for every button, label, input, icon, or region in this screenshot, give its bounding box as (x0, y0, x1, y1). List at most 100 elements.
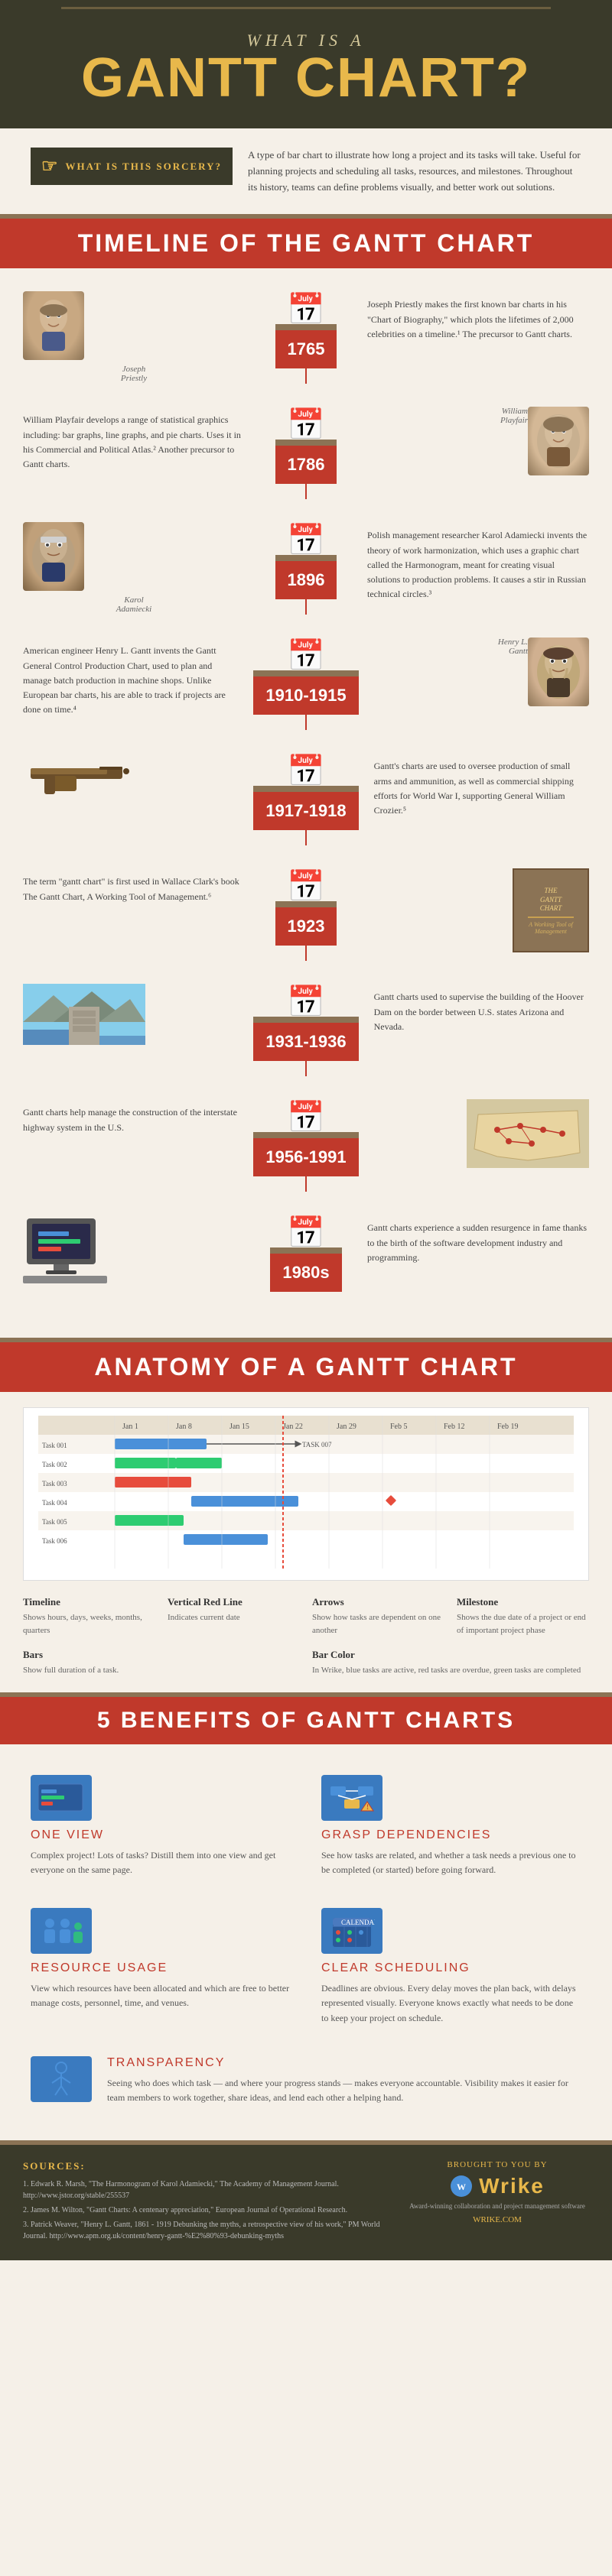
anatomy-label-milestone-title: Milestone (457, 1596, 589, 1608)
timeline-left-1923: The term "gantt chart" is first used in … (23, 868, 245, 961)
benefits-section: 5 Benefits of Gantt Charts One View Comp… (0, 1697, 612, 2140)
timeline-entry-1910: Henry L.Gantt 📅 1910-1915 American engin… (23, 638, 589, 730)
anatomy-label-bars-desc: Show full duration of a task. (23, 1664, 300, 1677)
page-title: Gantt Chart? (31, 50, 581, 105)
timeline-center-1917: 📅 1917-1918 (253, 753, 358, 845)
svg-text:Feb 5: Feb 5 (390, 1423, 408, 1431)
timeline-entry-1980s: 📅 1980s Gantt charts experience a sudden… (23, 1215, 589, 1292)
portrait-label-priestley: JosephPriestly (23, 365, 245, 383)
anatomy-label-timeline-desc: Shows hours, days, weeks, months, quarte… (23, 1611, 155, 1637)
calendar-icon-1923: 📅 (287, 868, 325, 904)
anatomy-label-arrows-title: Arrows (312, 1596, 444, 1608)
transparency-text: Transparency Seeing who does which task … (107, 2056, 581, 2105)
dam-image (23, 984, 145, 1045)
benefit-transparency-title: Transparency (107, 2056, 581, 2070)
timeline-center-1980s: 📅 1980s (260, 1215, 352, 1292)
timeline-right-1896: Polish management researcher Karol Adami… (367, 522, 589, 615)
svg-text:Jan 8: Jan 8 (176, 1423, 192, 1431)
benefits-grid: One View Complex project! Lots of tasks?… (0, 1744, 612, 2140)
anatomy-label-timeline-title: Timeline (23, 1596, 155, 1608)
anatomy-label-milestone: Milestone Shows the due date of a projec… (457, 1596, 589, 1637)
timeline-center-1910: 📅 1910-1915 (253, 638, 358, 730)
benefits-header: 5 Benefits of Gantt Charts (0, 1697, 612, 1744)
svg-text:Task 006: Task 006 (42, 1537, 67, 1545)
year-badge-1923: 1923 (275, 907, 337, 946)
svg-text:Task 001: Task 001 (42, 1442, 67, 1449)
sorcery-label: ☞ What is this sorcery? (31, 148, 233, 185)
timeline-desc-1931: Gantt charts used to supervise the build… (374, 990, 589, 1034)
timeline-desc-1765: Joseph Priestly makes the first known ba… (367, 297, 589, 342)
timeline-left-1786: William Playfair develops a range of sta… (23, 407, 245, 499)
timeline-left-1931 (23, 984, 238, 1076)
resource-icon-box (31, 1908, 92, 1954)
benefit-one-view-title: One View (31, 1828, 104, 1842)
footer: Sources: 1. Edwark R. Marsh, "The Harmon… (0, 2145, 612, 2260)
computer-image (23, 1215, 115, 1283)
sources-box: Sources: 1. Edwark R. Marsh, "The Harmon… (23, 2160, 390, 2245)
svg-text:Feb 12: Feb 12 (444, 1423, 465, 1431)
benefit-resource-desc: View which resources have been allocated… (31, 1981, 291, 2010)
sources-title: Sources: (23, 2160, 390, 2172)
header: What is a Gantt Chart? (0, 15, 612, 128)
calendar-icon-1765: 📅 (287, 291, 325, 327)
timeline-center-1765: 📅 1765 (260, 291, 352, 384)
timeline-section-header: Timeline of the Gantt Chart (0, 219, 612, 268)
calendar-icon-1910: 📅 (287, 638, 325, 673)
year-badge-1980s: 1980s (270, 1254, 341, 1292)
timeline-center-1786: 📅 1786 (260, 407, 352, 499)
benefits-title: 5 Benefits of Gantt Charts (15, 1708, 597, 1734)
portrait-label-adamiecki: KarolAdamiecki (23, 595, 245, 614)
calendar-icon-1931: 📅 (287, 984, 325, 1020)
calendar-icon-1980s: 📅 (287, 1215, 325, 1251)
timeline-desc-1917: Gantt's charts are used to oversee produ… (374, 759, 589, 818)
timeline-right-1786: WilliamPlayfair (367, 407, 589, 499)
year-badge-1917: 1917-1918 (253, 792, 358, 830)
gun-image (23, 753, 145, 799)
wrike-tagline: Award-winning collaboration and project … (405, 2201, 589, 2211)
timeline-entry-1923: THEGANTTCHART A Working Tool of Manageme… (23, 868, 589, 961)
anatomy-label-arrows: Arrows Show how tasks are dependent on o… (312, 1596, 444, 1637)
anatomy-label-arrows-desc: Show how tasks are dependent on one anot… (312, 1611, 444, 1637)
year-badge-1931: 1931-1936 (253, 1023, 358, 1061)
timeline-center-1956: 📅 1956-1991 (253, 1099, 358, 1192)
anatomy-label-bars: Bars Show full duration of a task. (23, 1649, 300, 1677)
anatomy-label-milestone-desc: Shows the due date of a project or end o… (457, 1611, 589, 1637)
top-decoration (0, 0, 612, 15)
timeline-left-1910: American engineer Henry L. Gantt invents… (23, 638, 238, 730)
benefit-one-view-desc: Complex project! Lots of tasks? Distill … (31, 1848, 291, 1877)
anatomy-section: Anatomy of a Gantt Chart Jan 1 Jan 8 Jan… (0, 1342, 612, 1692)
timeline-left-1956: Gantt charts help manage the constructio… (23, 1099, 238, 1192)
intro-section: ☞ What is this sorcery? A type of bar ch… (0, 128, 612, 214)
timeline-left-1917 (23, 753, 238, 845)
book-image: THEGANTTCHART A Working Tool of Manageme… (513, 868, 589, 952)
year-badge-1956: 1956-1991 (253, 1138, 358, 1176)
timeline-left-1980s (23, 1215, 245, 1292)
benefit-scheduling: CALENDAR Clear Scheduling Deadlines are … (306, 1893, 597, 2041)
anatomy-label-timeline: Timeline Shows hours, days, weeks, month… (23, 1596, 155, 1637)
portrait-playfair (528, 407, 589, 475)
benefit-one-view: One View Complex project! Lots of tasks?… (15, 1760, 306, 1893)
anatomy-header: Anatomy of a Gantt Chart (0, 1342, 612, 1392)
anatomy-labels: Timeline Shows hours, days, weeks, month… (23, 1596, 589, 1677)
svg-text:!: ! (366, 1803, 369, 1811)
svg-text:Task 005: Task 005 (42, 1518, 67, 1526)
dependencies-icon-box: ! (321, 1775, 382, 1821)
svg-text:Task 002: Task 002 (42, 1461, 67, 1468)
timeline-center-1896: 📅 1896 (260, 522, 352, 615)
wrike-logo-icon: W (450, 2175, 473, 2198)
wrike-logo-text: Wrike (479, 2174, 545, 2198)
benefit-transparency: Transparency Seeing who does which task … (15, 2041, 597, 2125)
svg-text:Task 004: Task 004 (42, 1499, 67, 1507)
portrait-gantt (528, 638, 589, 706)
svg-text:W: W (457, 2182, 466, 2192)
benefit-dependencies-title: Grasp Dependencies (321, 1828, 491, 1842)
benefit-resource-title: Resource Usage (31, 1961, 168, 1975)
anatomy-label-redline-title: Vertical Red Line (168, 1596, 300, 1608)
transparency-icon-box (31, 2056, 92, 2102)
benefit-dependencies-desc: See how tasks are related, and whether a… (321, 1848, 581, 1877)
intro-text: A type of bar chart to illustrate how lo… (248, 148, 581, 195)
timeline-desc-1980s: Gantt charts experience a sudden resurge… (367, 1221, 589, 1265)
timeline-desc-1896: Polish management researcher Karol Adami… (367, 528, 589, 602)
year-badge-1786: 1786 (275, 446, 337, 484)
timeline-left-1896: KarolAdamiecki (23, 522, 245, 615)
